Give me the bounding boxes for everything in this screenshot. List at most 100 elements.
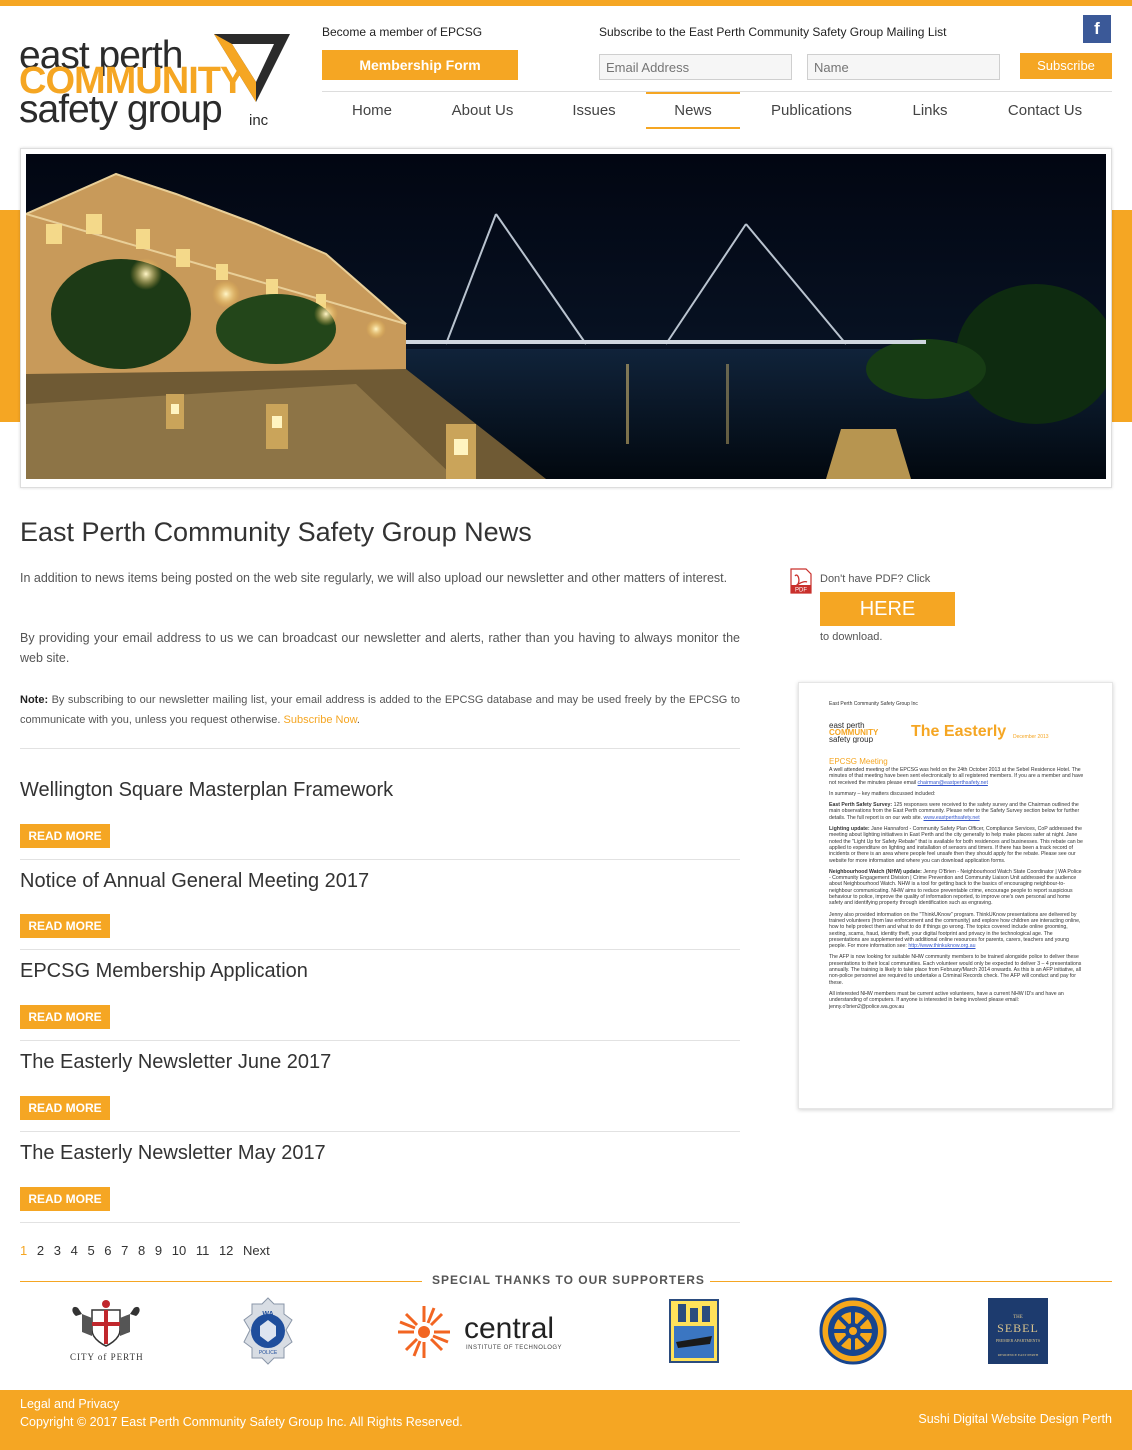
subscription-note: Note: By subscribing to our newsletter m… bbox=[20, 690, 740, 730]
nav-item-links[interactable]: Links bbox=[888, 92, 972, 129]
subscribe-button[interactable]: Subscribe bbox=[1020, 53, 1112, 79]
nl-p2: In summary – key matters discussed inclu… bbox=[829, 790, 936, 797]
city-of-perth-label: CITY of PERTH bbox=[70, 1352, 144, 1362]
nl-p3-link: www.eastperthsafety.net bbox=[923, 814, 980, 821]
read-more-button[interactable]: READ MORE bbox=[20, 1187, 110, 1211]
sebel-the: THE bbox=[1013, 1315, 1023, 1320]
site-logo[interactable]: east perth COMMUNITY safety group inc bbox=[19, 32, 290, 136]
central-institute-logo[interactable]: central INSTITUTE OF TECHNOLOGY bbox=[396, 1296, 571, 1366]
divider bbox=[20, 949, 740, 950]
newsletter-logo-line-3: safety group bbox=[829, 735, 874, 743]
sebel-sub: PREMIER APARTMENTS bbox=[996, 1338, 1040, 1343]
page-link[interactable]: 7 bbox=[121, 1243, 128, 1258]
sebel-location: RESIDENCE EAST PERTH bbox=[998, 1353, 1039, 1357]
copyright-text: Copyright © 2017 East Perth Community Sa… bbox=[20, 1415, 463, 1429]
news-item-title[interactable]: The Easterly Newsletter June 2017 bbox=[20, 1051, 331, 1074]
nav-item-about-us[interactable]: About Us bbox=[430, 92, 535, 129]
page-link[interactable]: 11 bbox=[196, 1243, 210, 1258]
read-more-button[interactable]: READ MORE bbox=[20, 824, 110, 848]
next-page-link[interactable]: Next bbox=[243, 1243, 270, 1258]
read-more-button[interactable]: READ MORE bbox=[20, 914, 110, 938]
page-link[interactable]: 6 bbox=[104, 1243, 111, 1258]
nl-p3-label: East Perth Safety Survey: bbox=[829, 802, 893, 809]
page-link[interactable]: 2 bbox=[37, 1243, 44, 1258]
page-link[interactable]: 3 bbox=[54, 1243, 61, 1258]
divider bbox=[20, 859, 740, 860]
banner-band-right bbox=[1110, 210, 1132, 422]
note-end: . bbox=[356, 714, 360, 726]
page-link[interactable]: 8 bbox=[138, 1243, 145, 1258]
newsletter-date: December 2013 bbox=[1013, 734, 1049, 740]
designer-credit-link[interactable]: Sushi Digital Website Design Perth bbox=[918, 1412, 1112, 1426]
note-label: Note: bbox=[20, 694, 49, 706]
divider bbox=[20, 1040, 740, 1041]
page-title: East Perth Community Safety Group News bbox=[20, 517, 532, 547]
news-item-title[interactable]: The Easterly Newsletter May 2017 bbox=[20, 1142, 326, 1165]
page-link[interactable]: 12 bbox=[219, 1243, 233, 1258]
membership-prompt: Become a member of EPCSG bbox=[322, 25, 483, 39]
facebook-icon[interactable]: f bbox=[1083, 15, 1111, 43]
nav-item-publications[interactable]: Publications bbox=[754, 92, 869, 129]
name-input[interactable] bbox=[807, 54, 1000, 80]
divider bbox=[20, 748, 740, 749]
legal-privacy-link[interactable]: Legal and Privacy bbox=[20, 1397, 119, 1411]
nav-item-contact-us[interactable]: Contact Us bbox=[990, 92, 1100, 129]
sebel-name: SEBEL bbox=[997, 1321, 1039, 1335]
logo-suffix: inc bbox=[249, 112, 269, 129]
pdf-icon[interactable]: PDF bbox=[789, 568, 813, 594]
supporters-divider-right bbox=[710, 1281, 1112, 1282]
news-item-title[interactable]: Notice of Annual General Meeting 2017 bbox=[20, 870, 369, 893]
nl-p5: Jenny O'Brien - Neighbourhood Watch Stat… bbox=[829, 868, 1082, 907]
logo-line-3: safety group bbox=[19, 88, 223, 131]
subscribe-prompt: Subscribe to the East Perth Community Sa… bbox=[599, 25, 947, 39]
page-link[interactable]: 5 bbox=[87, 1243, 94, 1258]
pagination: 1 2 3 4 5 6 7 8 9 10 11 12 Next bbox=[20, 1243, 276, 1258]
newsletter-heading: EPCSG Meeting bbox=[829, 757, 888, 766]
email-address-input[interactable] bbox=[599, 54, 792, 80]
rotary-international-logo[interactable] bbox=[818, 1296, 888, 1366]
pdf-prompt: Don't have PDF? Click bbox=[820, 573, 931, 585]
banner-band-left bbox=[0, 210, 22, 422]
read-more-button[interactable]: READ MORE bbox=[20, 1005, 110, 1029]
read-more-button[interactable]: READ MORE bbox=[20, 1096, 110, 1120]
pdf-icon-label: PDF bbox=[795, 588, 807, 594]
page-current: 1 bbox=[20, 1243, 28, 1258]
newsletter-title: The Easterly bbox=[911, 723, 1007, 740]
nl-p8: All interested NHW members must be curre… bbox=[829, 990, 1064, 1010]
river-community-logo[interactable] bbox=[668, 1296, 720, 1366]
newsletter-body: A well attended meeting of the EPCSG was… bbox=[829, 767, 1084, 1015]
banner-frame bbox=[20, 148, 1112, 488]
news-item-title[interactable]: Wellington Square Masterplan Framework bbox=[20, 779, 393, 802]
central-sub: INSTITUTE OF TECHNOLOGY bbox=[466, 1345, 562, 1351]
main-navigation: Home About Us Issues News Publications L… bbox=[322, 92, 1112, 130]
nl-p4: Jane Hannaford - Community Safety Plan O… bbox=[829, 826, 1083, 864]
page-link[interactable]: 9 bbox=[155, 1243, 162, 1258]
nav-item-home[interactable]: Home bbox=[322, 92, 422, 129]
newsletter-header: East Perth Community Safety Group Inc bbox=[829, 701, 918, 707]
supporters-divider-left bbox=[20, 1281, 422, 1282]
divider bbox=[20, 1222, 740, 1223]
page-link[interactable]: 10 bbox=[172, 1243, 186, 1258]
central-name: central bbox=[464, 1312, 554, 1345]
news-item-title[interactable]: EPCSG Membership Application bbox=[20, 960, 308, 983]
subscribe-now-link[interactable]: Subscribe Now bbox=[284, 714, 357, 726]
note-text: By subscribing to our newsletter mailing… bbox=[20, 694, 740, 726]
nl-p4-label: Lighting update: bbox=[829, 826, 870, 833]
banner-image bbox=[26, 154, 1106, 479]
sebel-logo[interactable]: THE SEBEL PREMIER APARTMENTS RESIDENCE E… bbox=[988, 1296, 1048, 1366]
newsletter-logo: east perth COMMUNITY safety group bbox=[829, 721, 879, 743]
wa-police-logo[interactable]: WA POLICE bbox=[240, 1296, 296, 1366]
nl-p7: The AFP is now looking for suitable NHW … bbox=[829, 954, 1082, 986]
page-link[interactable]: 4 bbox=[71, 1243, 78, 1258]
intro-paragraph-1: In addition to news items being posted o… bbox=[20, 571, 728, 585]
wa-police-top: WA bbox=[262, 1311, 273, 1318]
nl-p5-label: Neighbourhood Watch (NHW) update: bbox=[829, 868, 922, 875]
nav-item-issues[interactable]: Issues bbox=[550, 92, 638, 129]
newsletter-preview[interactable]: East Perth Community Safety Group Inc ea… bbox=[798, 682, 1113, 1109]
pdf-after-text: to download. bbox=[820, 631, 883, 643]
nav-item-news[interactable]: News bbox=[646, 92, 740, 129]
nl-p1-link: chairman@eastperthsafety.net bbox=[917, 779, 988, 786]
membership-form-button[interactable]: Membership Form bbox=[322, 50, 518, 80]
download-pdf-here-button[interactable]: HERE bbox=[820, 592, 955, 626]
intro-paragraph-2: By providing your email address to us we… bbox=[20, 631, 740, 665]
